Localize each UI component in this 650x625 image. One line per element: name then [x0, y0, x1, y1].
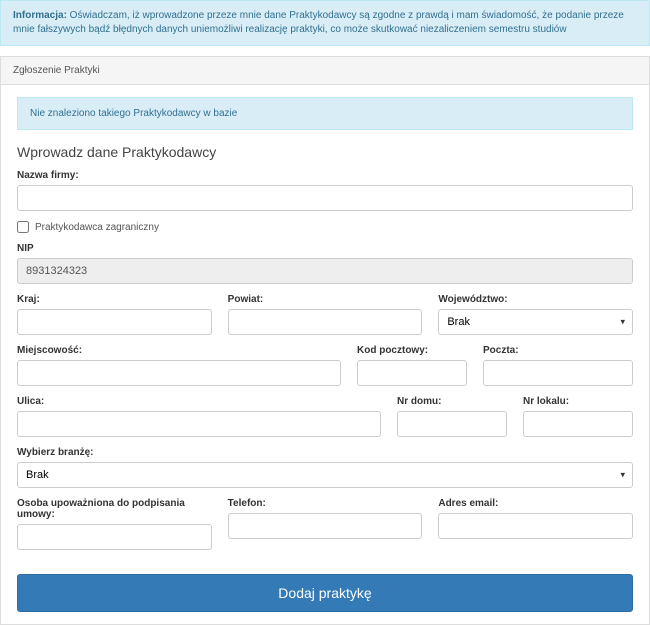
industry-label: Wybierz branżę:: [17, 447, 633, 458]
district-input[interactable]: [228, 309, 423, 335]
street-label: Ulica:: [17, 396, 381, 407]
post-label: Poczta:: [483, 345, 633, 356]
postal-code-label: Kod pocztowy:: [357, 345, 467, 356]
industry-select[interactable]: Brak: [17, 462, 633, 488]
not-found-alert: Nie znaleziono takiego Praktykodawcy w b…: [17, 97, 633, 130]
foreign-checkbox-label: Praktykodawca zagraniczny: [35, 222, 159, 233]
country-input[interactable]: [17, 309, 212, 335]
info-banner: Informacja: Oświadczam, iż wprowadzone p…: [0, 0, 650, 46]
flat-no-input[interactable]: [523, 411, 633, 437]
street-input[interactable]: [17, 411, 381, 437]
submit-button[interactable]: Dodaj praktykę: [17, 574, 633, 612]
postal-code-input[interactable]: [357, 360, 467, 386]
info-banner-label: Informacja:: [13, 10, 67, 21]
authorized-person-label: Osoba upoważniona do podpisania umowy:: [17, 498, 212, 520]
nip-input: [17, 258, 633, 284]
house-no-input[interactable]: [397, 411, 507, 437]
district-label: Powiat:: [228, 294, 423, 305]
city-label: Miejscowość:: [17, 345, 341, 356]
nip-label: NIP: [17, 243, 633, 254]
country-label: Kraj:: [17, 294, 212, 305]
practice-panel: Zgłoszenie Praktyki Nie znaleziono takie…: [0, 56, 650, 625]
form-title: Wprowadz dane Praktykodawcy: [17, 144, 633, 160]
authorized-person-input[interactable]: [17, 524, 212, 550]
email-input[interactable]: [438, 513, 633, 539]
phone-label: Telefon:: [228, 498, 423, 509]
panel-heading: Zgłoszenie Praktyki: [1, 57, 649, 85]
foreign-checkbox[interactable]: [17, 221, 29, 233]
voivodeship-select[interactable]: Brak: [438, 309, 633, 335]
panel-body: Nie znaleziono takiego Praktykodawcy w b…: [1, 85, 649, 624]
flat-no-label: Nr lokalu:: [523, 396, 633, 407]
post-input[interactable]: [483, 360, 633, 386]
voivodeship-label: Województwo:: [438, 294, 633, 305]
house-no-label: Nr domu:: [397, 396, 507, 407]
info-banner-text: Oświadczam, iż wprowadzone przeze mnie d…: [13, 10, 624, 35]
company-name-label: Nazwa firmy:: [17, 170, 633, 181]
company-name-input[interactable]: [17, 185, 633, 211]
email-label: Adres email:: [438, 498, 633, 509]
city-input[interactable]: [17, 360, 341, 386]
phone-input[interactable]: [228, 513, 423, 539]
